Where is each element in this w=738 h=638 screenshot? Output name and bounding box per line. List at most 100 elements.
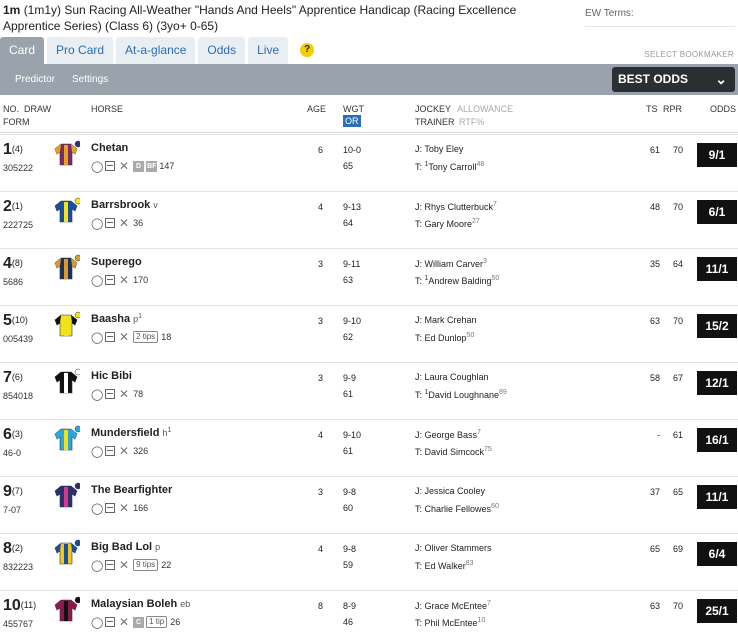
odds-button[interactable]: 6/1 <box>697 200 737 224</box>
trainer[interactable]: T: Ed Dunlop50 <box>415 332 474 343</box>
notes-icon[interactable] <box>105 218 115 228</box>
jockey[interactable]: J: Grace McEntee7 <box>415 600 491 611</box>
spotlight-icon[interactable]: ◯ <box>91 445 103 458</box>
odds-button[interactable]: 11/1 <box>697 257 737 281</box>
spotlight-icon[interactable]: ◯ <box>91 388 103 401</box>
tab-pro-card[interactable]: Pro Card <box>47 37 114 64</box>
runner-icons: ◯ ✕ 166 <box>91 501 148 515</box>
spotlight-icon[interactable]: ◯ <box>91 160 103 173</box>
tips-badge[interactable]: 2 tips <box>133 331 159 343</box>
tab-odds[interactable]: Odds <box>198 37 246 64</box>
spotlight-icon[interactable]: ◯ <box>91 559 103 572</box>
official-rating: 65 <box>343 161 354 171</box>
odds-button[interactable]: 12/1 <box>697 371 737 395</box>
runner-row[interactable]: 8(2) 832223 Big Bad Lol p ◯ ✕ 9 tips 22 4 9-8 59 J:… <box>0 533 738 590</box>
trainer[interactable]: T: 1Andrew Balding50 <box>415 275 499 286</box>
trainer[interactable]: T: 1David Loughnane89 <box>415 389 507 400</box>
jockey[interactable]: J: Toby Eley <box>415 144 463 154</box>
spotlight-icon[interactable]: ◯ <box>91 616 103 629</box>
remove-icon[interactable]: ✕ <box>119 273 129 287</box>
horse-name[interactable]: Baasha p1 <box>91 313 142 325</box>
runner-number: 9(7) <box>3 483 23 500</box>
horse-name[interactable]: Barrsbrook v <box>91 199 158 211</box>
draw: (1) <box>11 201 23 211</box>
remove-icon[interactable]: ✕ <box>119 615 129 629</box>
notes-icon[interactable] <box>105 617 115 627</box>
jockey[interactable]: J: Jessica Cooley <box>415 486 485 496</box>
notes-icon[interactable] <box>105 560 115 570</box>
jockey[interactable]: J: George Bass7 <box>415 429 481 440</box>
tab-at-a-glance[interactable]: At-a-glance <box>116 37 196 64</box>
odds-button[interactable]: 15/2 <box>697 314 737 338</box>
odds-button[interactable]: 9/1 <box>697 143 737 167</box>
runner-row[interactable]: 5(10) 005439 Baasha p1 ◯ ✕ 2 tips 18 3 9-10 62 J: M… <box>0 305 738 362</box>
runner-row[interactable]: 6(3) 46-0 Mundersfield h1 ◯ ✕ 326 4 9-10 61 J: Geo… <box>0 419 738 476</box>
remove-icon[interactable]: ✕ <box>119 216 129 230</box>
notes-icon[interactable] <box>105 332 115 342</box>
jockey[interactable]: J: William Carver3 <box>415 258 487 269</box>
remove-icon[interactable]: ✕ <box>119 159 129 173</box>
horse-name[interactable]: Mundersfield h1 <box>91 427 171 439</box>
runner-weight: 9-8 <box>343 544 357 554</box>
notes-icon[interactable] <box>105 161 115 171</box>
jockey-silk-icon <box>54 539 80 565</box>
spotlight-icon[interactable]: ◯ <box>91 217 103 230</box>
tips-badge[interactable]: 1 tip <box>146 616 168 628</box>
runner-form: 305222 <box>3 163 34 173</box>
draw: (7) <box>11 486 23 496</box>
help-icon[interactable]: ? <box>300 43 315 57</box>
horse-name[interactable]: Big Bad Lol p <box>91 541 160 553</box>
spotlight-icon[interactable]: ◯ <box>91 274 103 287</box>
runner-row[interactable]: 1(4) 305222 Chetan ◯ ✕ D BF 147 6 10-0 65 J: Toby E… <box>0 134 738 191</box>
best-odds-dropdown[interactable]: BEST ODDS ⌄ <box>612 67 735 92</box>
spotlight-icon[interactable]: ◯ <box>91 331 103 344</box>
trainer[interactable]: T: Phil McEntee10 <box>415 617 485 628</box>
jockey[interactable]: J: Oliver Stammers <box>415 543 492 553</box>
remove-icon[interactable]: ✕ <box>119 387 129 401</box>
odds-button[interactable]: 25/1 <box>697 599 737 623</box>
remove-icon[interactable]: ✕ <box>119 444 129 458</box>
odds-button[interactable]: 11/1 <box>697 485 737 509</box>
notes-icon[interactable] <box>105 389 115 399</box>
jockey-silk-icon <box>54 596 80 622</box>
jockey[interactable]: J: Mark Crehan <box>415 315 477 325</box>
trainer[interactable]: T: Gary Moore27 <box>415 218 480 229</box>
runner-icons: ◯ ✕ 9 tips 22 <box>91 558 171 572</box>
notes-icon[interactable] <box>105 275 115 285</box>
runner-form: 7-07 <box>3 505 22 515</box>
jockey[interactable]: J: Laura Coughlan <box>415 372 489 382</box>
tips-badge[interactable]: 9 tips <box>133 559 159 571</box>
tab-card[interactable]: Card <box>0 37 45 64</box>
runner-row[interactable]: 10(11) 455767 Malaysian Boleh eb ◯ ✕ C 1 tip 26 8… <box>0 590 738 638</box>
best-odds-label: BEST ODDS <box>618 72 689 86</box>
runner-row[interactable]: 9(7) 7-07 The Bearfighter ◯ ✕ 166 3 9-8 60 J: Jes… <box>0 476 738 533</box>
trainer[interactable]: T: Charlie Fellowes60 <box>415 503 499 514</box>
horse-name[interactable]: Hic Bibi <box>91 370 132 382</box>
runner-row[interactable]: 4(8) 5686 Superego ◯ ✕ 170 3 9-11 63 J: William C… <box>0 248 738 305</box>
notes-icon[interactable] <box>105 446 115 456</box>
notes-icon[interactable] <box>105 503 115 513</box>
remove-icon[interactable]: ✕ <box>119 330 129 344</box>
trainer[interactable]: T: David Simcock75 <box>415 446 492 457</box>
tab-live[interactable]: Live <box>248 37 289 64</box>
remove-icon[interactable]: ✕ <box>119 501 129 515</box>
days-since-run: 166 <box>133 503 149 513</box>
jockey[interactable]: J: Rhys Clutterbuck7 <box>415 201 497 212</box>
trainer[interactable]: T: Ed Walker83 <box>415 560 474 571</box>
settings-link[interactable]: Settings <box>72 74 108 85</box>
select-bookmaker-label[interactable]: SELECT BOOKMAKER <box>644 50 734 59</box>
horse-name[interactable]: Superego <box>91 256 142 268</box>
predictor-link[interactable]: Predictor <box>15 74 55 85</box>
remove-icon[interactable]: ✕ <box>119 558 129 572</box>
odds-button[interactable]: 16/1 <box>697 428 737 452</box>
spotlight-icon[interactable]: ◯ <box>91 502 103 515</box>
trainer[interactable]: T: 1Tony Carroll48 <box>415 161 484 172</box>
runner-weight: 9-10 <box>343 316 362 326</box>
horse-name[interactable]: Chetan <box>91 142 128 154</box>
runner-row[interactable]: 7(6) 854018 Hic Bibi ◯ ✕ 78 3 9-9 61 J: Laura Cou… <box>0 362 738 419</box>
odds-button[interactable]: 6/4 <box>697 542 737 566</box>
horse-name[interactable]: Malaysian Boleh eb <box>91 598 190 610</box>
runner-row[interactable]: 2(1) 222725 Barrsbrook v ◯ ✕ 36 4 9-13 64 J: Rhys … <box>0 191 738 248</box>
horse-name[interactable]: The Bearfighter <box>91 484 172 496</box>
runner-age: 4 <box>318 202 324 212</box>
